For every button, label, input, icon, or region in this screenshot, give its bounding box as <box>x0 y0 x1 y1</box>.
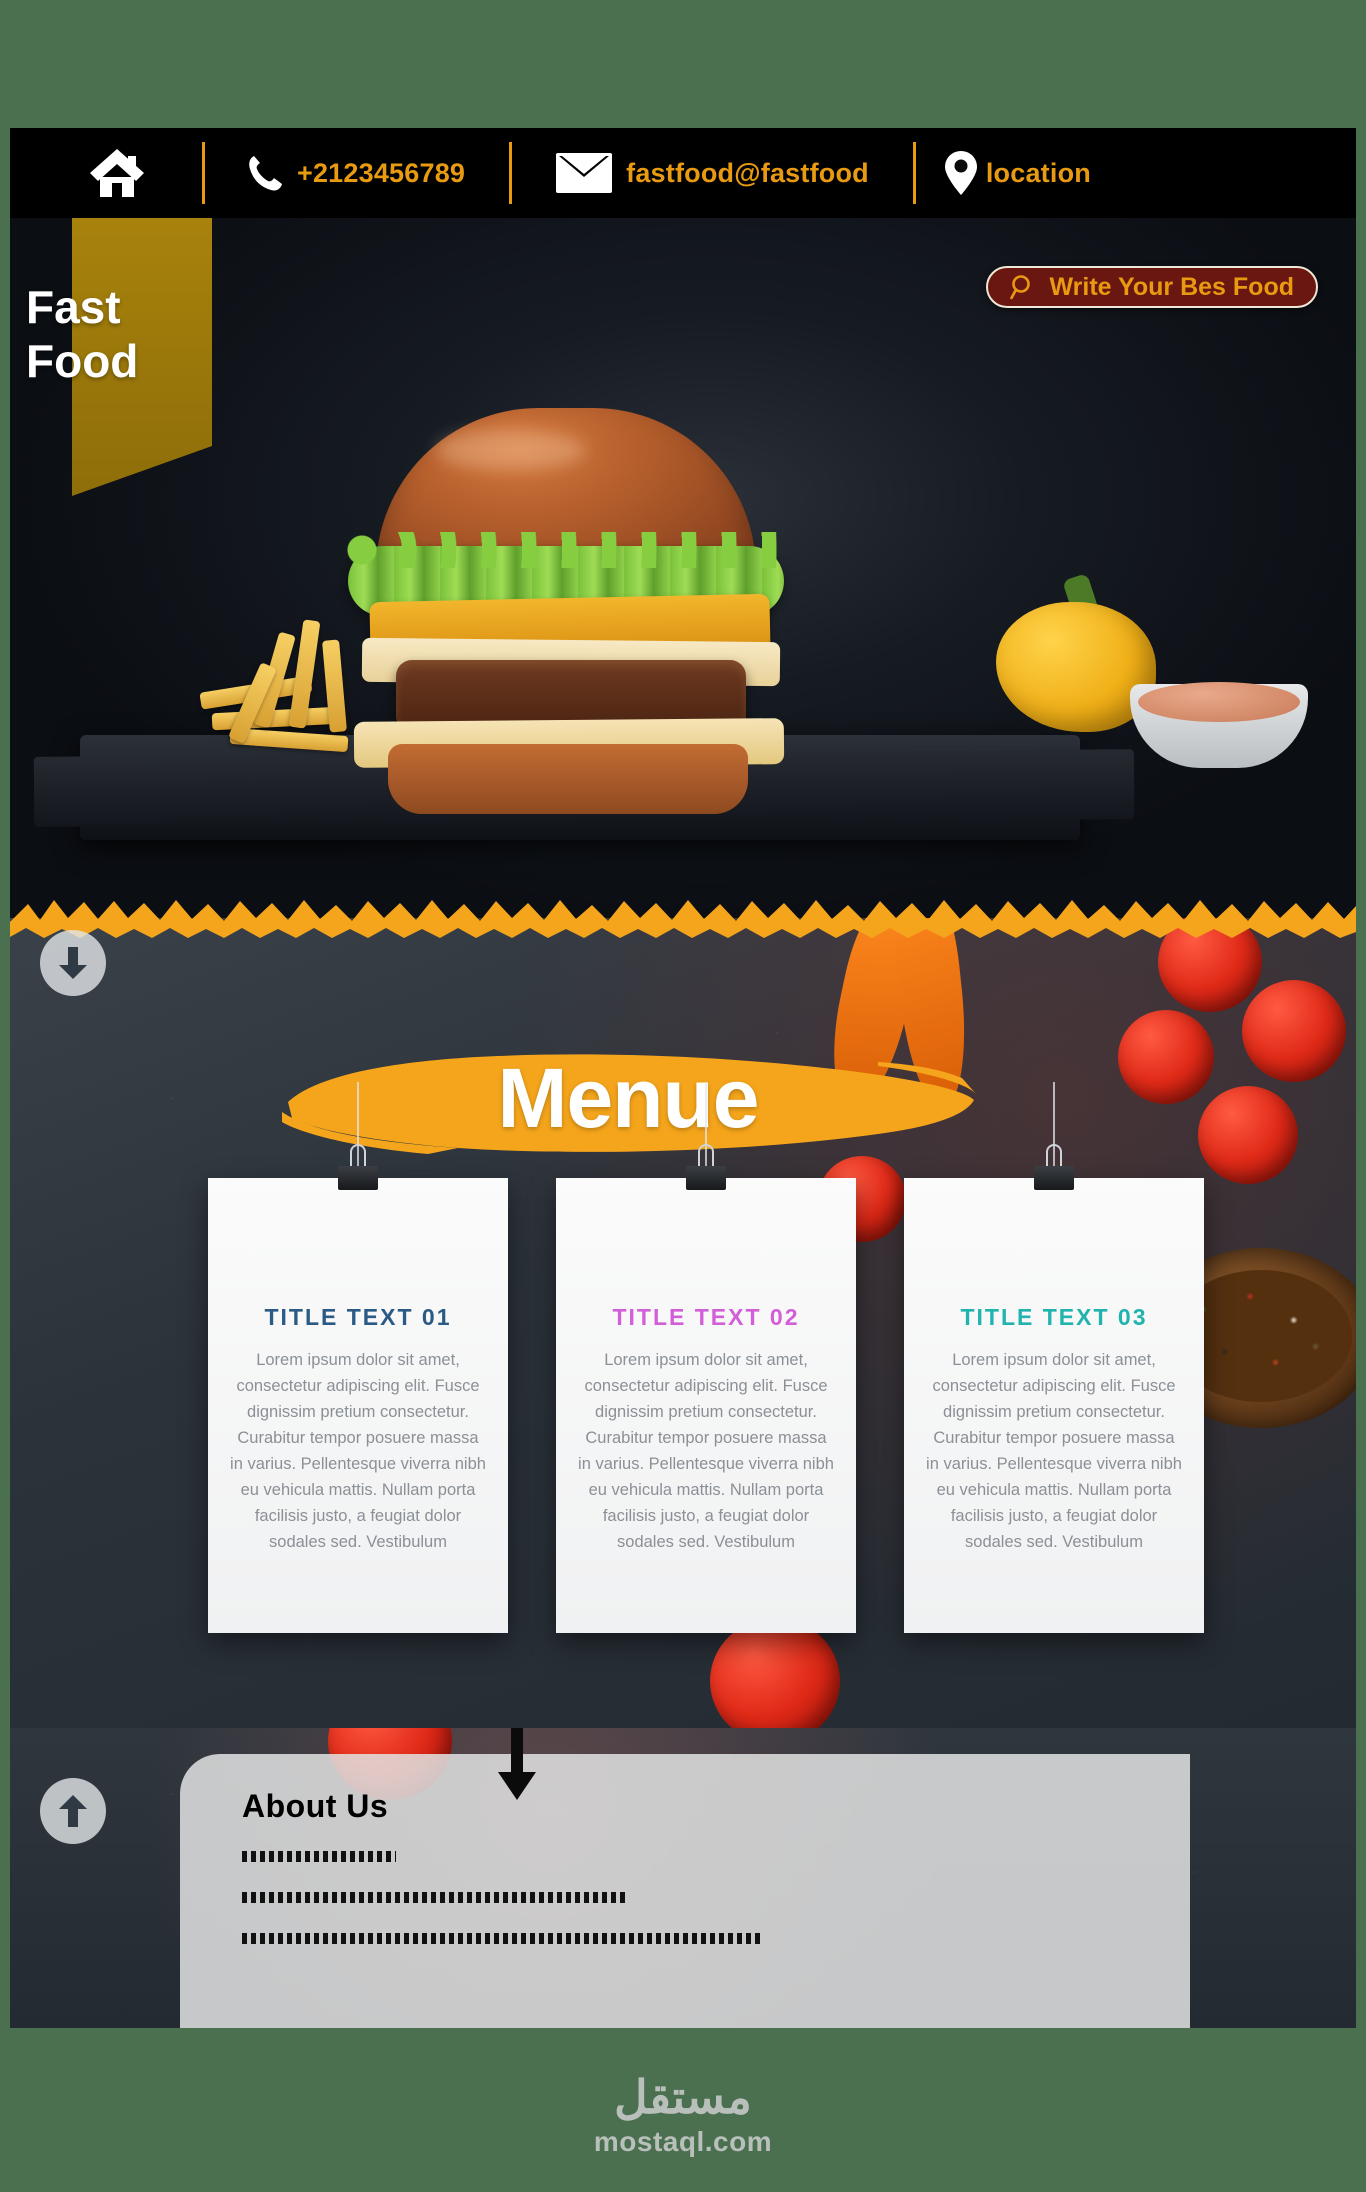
yellow-brush-divider <box>10 888 1356 940</box>
location-contact[interactable]: location <box>916 128 1113 218</box>
home-button[interactable] <box>10 128 202 218</box>
binder-clip-icon <box>336 1144 380 1190</box>
about-title: About Us <box>242 1788 389 1824</box>
menu-section: Menue TITLE TEXT 01 Lorem ipsum dolor si… <box>10 918 1356 1738</box>
map-pin-icon <box>944 150 978 196</box>
search-bar[interactable]: Write Your Bes Food <box>985 266 1318 308</box>
phone-contact[interactable]: +2123456789 <box>205 128 509 218</box>
placeholder-line <box>242 1892 628 1903</box>
menu-cards: TITLE TEXT 01 Lorem ipsum dolor sit amet… <box>10 918 1356 1738</box>
design-frame: +2123456789 fastfood@fastfood location F… <box>10 128 1356 2028</box>
mostaql-arabic-logo: مستقل <box>614 2071 752 2123</box>
card-body: Lorem ipsum dolor sit amet, consectetur … <box>578 1351 834 1552</box>
card-body: Lorem ipsum dolor sit amet, consectetur … <box>926 1351 1182 1552</box>
ribbon-line-1: Fast <box>26 281 121 333</box>
about-pointer-arrow <box>496 1728 538 1811</box>
fast-food-ribbon-text: Fast Food <box>26 280 154 389</box>
top-contact-bar: +2123456789 fastfood@fastfood location <box>10 128 1356 218</box>
about-section: About Us <box>10 1728 1356 2028</box>
email-contact[interactable]: fastfood@fastfood <box>512 128 913 218</box>
phone-icon <box>247 154 283 192</box>
sauce-contents <box>1138 682 1300 722</box>
about-panel: About Us <box>180 1754 1190 2028</box>
placeholder-line <box>242 1851 396 1862</box>
home-icon <box>88 147 146 199</box>
page-root: +2123456789 fastfood@fastfood location F… <box>0 0 1366 2192</box>
ribbon-line-2: Food <box>26 335 139 388</box>
mostaql-latin-logo: mostaql.com <box>593 2126 773 2157</box>
location-label: location <box>985 157 1091 188</box>
footer-watermark: مستقل mostaql.com <box>0 2040 1366 2192</box>
about-placeholder-lines <box>242 1851 1190 1944</box>
burger-bottom-bun <box>388 744 748 814</box>
placeholder-line <box>242 1933 760 1944</box>
card-title: TITLE TEXT 01 <box>264 1304 452 1330</box>
binder-clip-icon <box>684 1144 728 1190</box>
envelope-icon <box>556 153 613 193</box>
hero-section: Fast Food Write Your Bes Food <box>10 218 1356 918</box>
menu-card[interactable]: TITLE TEXT 02 Lorem ipsum dolor sit amet… <box>556 1178 856 1633</box>
search-icon <box>1009 274 1036 300</box>
binder-clip-icon <box>1032 1144 1076 1190</box>
email-address: fastfood@fastfood <box>626 157 869 188</box>
card-body: Lorem ipsum dolor sit amet, consectetur … <box>230 1351 486 1552</box>
card-title: TITLE TEXT 02 <box>612 1304 800 1330</box>
menu-card[interactable]: TITLE TEXT 03 Lorem ipsum dolor sit amet… <box>904 1178 1204 1633</box>
scroll-up-button[interactable] <box>40 1778 106 1844</box>
phone-number: +2123456789 <box>297 157 466 188</box>
arrow-up-circle-icon <box>56 1793 90 1829</box>
search-input[interactable]: Write Your Bes Food <box>1050 273 1294 302</box>
burger-image <box>340 408 790 814</box>
menu-card[interactable]: TITLE TEXT 01 Lorem ipsum dolor sit amet… <box>208 1178 508 1633</box>
arrow-down-circle-icon <box>56 945 90 981</box>
scroll-down-button[interactable] <box>40 930 106 996</box>
card-title: TITLE TEXT 03 <box>960 1304 1148 1330</box>
